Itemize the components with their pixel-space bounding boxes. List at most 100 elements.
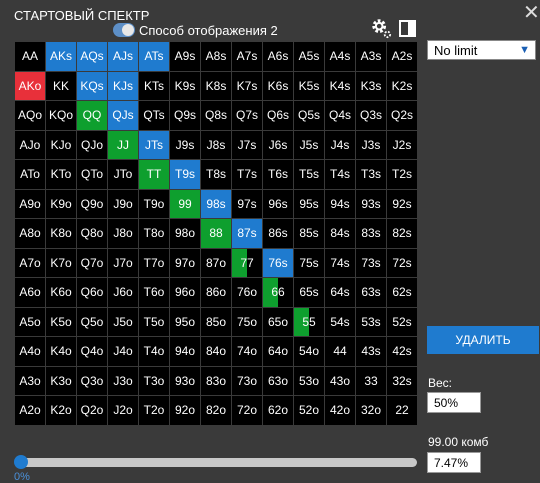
hand-cell[interactable]: J3o <box>108 366 139 396</box>
hand-cell[interactable]: K7s <box>232 71 263 101</box>
hand-cell[interactable]: K2s <box>387 71 418 101</box>
hand-cell[interactable]: J4s <box>325 130 356 160</box>
hand-cell[interactable]: K2o <box>46 396 77 426</box>
hand-cell[interactable]: J8s <box>201 130 232 160</box>
hand-cell[interactable]: Q9s <box>170 101 201 131</box>
hand-cell[interactable]: 54s <box>325 307 356 337</box>
hand-cell[interactable]: T6o <box>139 278 170 308</box>
hand-cell[interactable]: J4o <box>108 337 139 367</box>
hand-cell[interactable]: 72o <box>232 396 263 426</box>
hand-cell[interactable]: T3o <box>139 366 170 396</box>
hand-cell[interactable]: 96o <box>170 278 201 308</box>
hand-cell[interactable]: 85o <box>201 307 232 337</box>
hand-cell[interactable]: T8o <box>139 219 170 249</box>
hand-cell[interactable]: K3s <box>356 71 387 101</box>
hand-cell[interactable]: 85s <box>294 219 325 249</box>
hand-cell[interactable]: 52s <box>387 307 418 337</box>
range-percent-input[interactable]: 7.47% <box>427 452 481 473</box>
hand-cell[interactable]: K8o <box>46 219 77 249</box>
hand-cell[interactable]: AQo <box>15 101 46 131</box>
hand-cell[interactable]: 64o <box>263 337 294 367</box>
hand-cell[interactable]: 92s <box>387 189 418 219</box>
hand-cell[interactable]: A8s <box>201 42 232 72</box>
hand-cell[interactable]: 32o <box>356 396 387 426</box>
hand-range-grid[interactable]: AA AKs AQs AJs ATs A9s A8s A7s A6s A5s A4s A3s A2s AK… <box>14 41 418 426</box>
hand-cell[interactable]: Q4o <box>77 337 108 367</box>
hand-cell[interactable]: T9s <box>170 160 201 190</box>
hand-cell[interactable]: A3o <box>15 366 46 396</box>
hand-cell[interactable]: 82o <box>201 396 232 426</box>
hand-cell[interactable]: 99 <box>170 189 201 219</box>
hand-cell[interactable]: 63s <box>356 278 387 308</box>
hand-cell[interactable]: T8s <box>201 160 232 190</box>
hand-cell[interactable]: A9s <box>170 42 201 72</box>
hand-cell[interactable]: 42o <box>325 396 356 426</box>
hand-cell[interactable]: KK <box>46 71 77 101</box>
hand-cell[interactable]: A2s <box>387 42 418 72</box>
hand-cell[interactable]: 93o <box>170 366 201 396</box>
hand-cell[interactable]: 53s <box>356 307 387 337</box>
hand-cell[interactable]: 82s <box>387 219 418 249</box>
hand-cell[interactable]: AA <box>15 42 46 72</box>
hand-cell[interactable]: K9o <box>46 189 77 219</box>
hand-cell[interactable]: 74s <box>325 248 356 278</box>
hand-cell[interactable]: Q5o <box>77 307 108 337</box>
hand-cell[interactable]: AQs <box>77 42 108 72</box>
hand-cell[interactable]: Q8o <box>77 219 108 249</box>
hand-cell[interactable]: 22 <box>387 396 418 426</box>
hand-cell[interactable]: QTs <box>139 101 170 131</box>
hand-cell[interactable]: A4o <box>15 337 46 367</box>
hand-cell[interactable]: 96s <box>263 189 294 219</box>
hand-cell[interactable]: A5s <box>294 42 325 72</box>
hand-cell[interactable]: Q3o <box>77 366 108 396</box>
hand-cell[interactable]: 65o <box>263 307 294 337</box>
hand-cell[interactable]: 66 <box>263 278 294 308</box>
hand-cell[interactable]: 86o <box>201 278 232 308</box>
hand-cell[interactable]: 84s <box>325 219 356 249</box>
hand-cell[interactable]: 92o <box>170 396 201 426</box>
hand-cell[interactable]: TT <box>139 160 170 190</box>
hand-cell[interactable]: 62o <box>263 396 294 426</box>
hand-cell[interactable]: 65s <box>294 278 325 308</box>
hand-cell[interactable]: Q2o <box>77 396 108 426</box>
hand-cell[interactable]: A2o <box>15 396 46 426</box>
hand-cell[interactable]: 93s <box>356 189 387 219</box>
hand-cell[interactable]: J2o <box>108 396 139 426</box>
hand-cell[interactable]: Q4s <box>325 101 356 131</box>
hand-cell[interactable]: Q2s <box>387 101 418 131</box>
hand-cell[interactable]: Q7s <box>232 101 263 131</box>
hand-cell[interactable]: T4o <box>139 337 170 367</box>
hand-cell[interactable]: Q7o <box>77 248 108 278</box>
delete-button[interactable]: УДАЛИТЬ <box>427 326 539 354</box>
hand-cell[interactable]: 98s <box>201 189 232 219</box>
hand-cell[interactable]: J5o <box>108 307 139 337</box>
hand-cell[interactable]: T9o <box>139 189 170 219</box>
weight-input[interactable]: 50% <box>427 392 481 413</box>
hand-cell[interactable]: T5o <box>139 307 170 337</box>
limit-select[interactable]: No limit ▼ <box>427 40 536 60</box>
hand-cell[interactable]: T2s <box>387 160 418 190</box>
hand-cell[interactable]: QJs <box>108 101 139 131</box>
hand-cell[interactable]: J6s <box>263 130 294 160</box>
hand-cell[interactable]: 54o <box>294 337 325 367</box>
hand-cell[interactable]: T3s <box>356 160 387 190</box>
hand-cell[interactable]: 42s <box>387 337 418 367</box>
hand-cell[interactable]: 98o <box>170 219 201 249</box>
hand-cell[interactable]: 84o <box>201 337 232 367</box>
hand-cell[interactable]: Q6o <box>77 278 108 308</box>
hand-cell[interactable]: 55 <box>294 307 325 337</box>
display-mode-toggle[interactable] <box>113 23 135 37</box>
hand-cell[interactable]: J2s <box>387 130 418 160</box>
hand-cell[interactable]: 76s <box>263 248 294 278</box>
hand-cell[interactable]: Q6s <box>263 101 294 131</box>
hand-cell[interactable]: QQ <box>77 101 108 131</box>
panel-icon[interactable] <box>399 20 416 37</box>
slider-thumb[interactable] <box>14 455 28 469</box>
hand-cell[interactable]: 64s <box>325 278 356 308</box>
hand-cell[interactable]: J8o <box>108 219 139 249</box>
hand-cell[interactable]: 95o <box>170 307 201 337</box>
hand-cell[interactable]: A9o <box>15 189 46 219</box>
hand-cell[interactable]: 86s <box>263 219 294 249</box>
hand-cell[interactable]: 44 <box>325 337 356 367</box>
hand-cell[interactable]: KTs <box>139 71 170 101</box>
